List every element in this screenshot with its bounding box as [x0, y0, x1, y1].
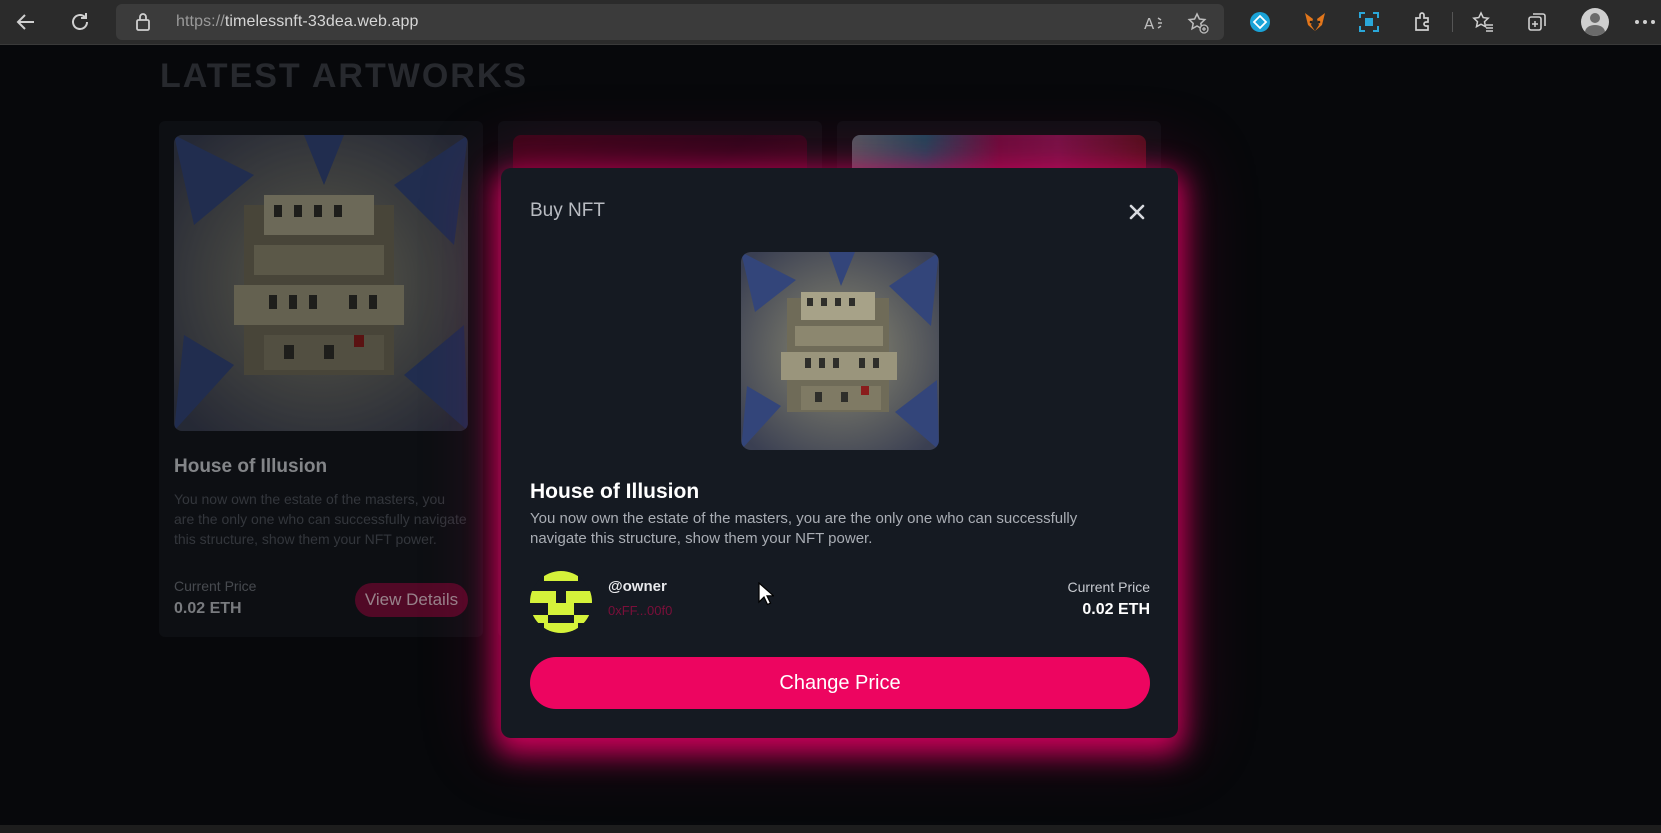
favorites-icon[interactable] — [1468, 8, 1498, 36]
price-label: Current Price — [1067, 579, 1150, 595]
change-price-button[interactable]: Change Price — [530, 657, 1150, 709]
refresh-icon[interactable] — [64, 8, 96, 36]
price-value: 0.02 ETH — [1082, 601, 1150, 618]
add-favorite-icon[interactable] — [1186, 11, 1210, 35]
buy-nft-modal: Buy NFT House of Illusion You now own th… — [501, 168, 1178, 738]
mouse-cursor-icon — [758, 581, 776, 610]
bottom-edge — [0, 825, 1661, 833]
owner-handle: @owner — [608, 578, 667, 595]
toolbar-divider — [1452, 12, 1453, 32]
nft-image — [741, 252, 939, 450]
read-aloud-icon[interactable]: A — [1142, 11, 1166, 35]
browser-toolbar: https://timelessnft-33dea.web.app A — [0, 0, 1661, 45]
back-icon[interactable] — [10, 8, 42, 36]
url-text[interactable]: https://timelessnft-33dea.web.app — [176, 13, 419, 31]
owner-avatar — [530, 571, 592, 633]
modal-title: Buy NFT — [530, 200, 605, 221]
screenshot-icon[interactable] — [1354, 8, 1384, 36]
profile-icon[interactable] — [1580, 8, 1610, 36]
more-icon[interactable] — [1630, 8, 1660, 36]
extension-icon[interactable] — [1245, 8, 1275, 36]
metamask-icon[interactable] — [1300, 8, 1330, 36]
nft-description: You now own the estate of the masters, y… — [530, 510, 1078, 547]
svg-text:A: A — [1144, 15, 1155, 33]
collections-icon[interactable] — [1522, 8, 1552, 36]
address-bar[interactable]: https://timelessnft-33dea.web.app A — [116, 4, 1224, 40]
lock-icon[interactable] — [134, 12, 152, 36]
extensions-icon[interactable] — [1408, 8, 1438, 36]
nft-name: House of Illusion — [530, 480, 700, 503]
close-icon[interactable] — [1123, 198, 1151, 226]
owner-address[interactable]: 0xFF...00f0 — [608, 603, 672, 618]
